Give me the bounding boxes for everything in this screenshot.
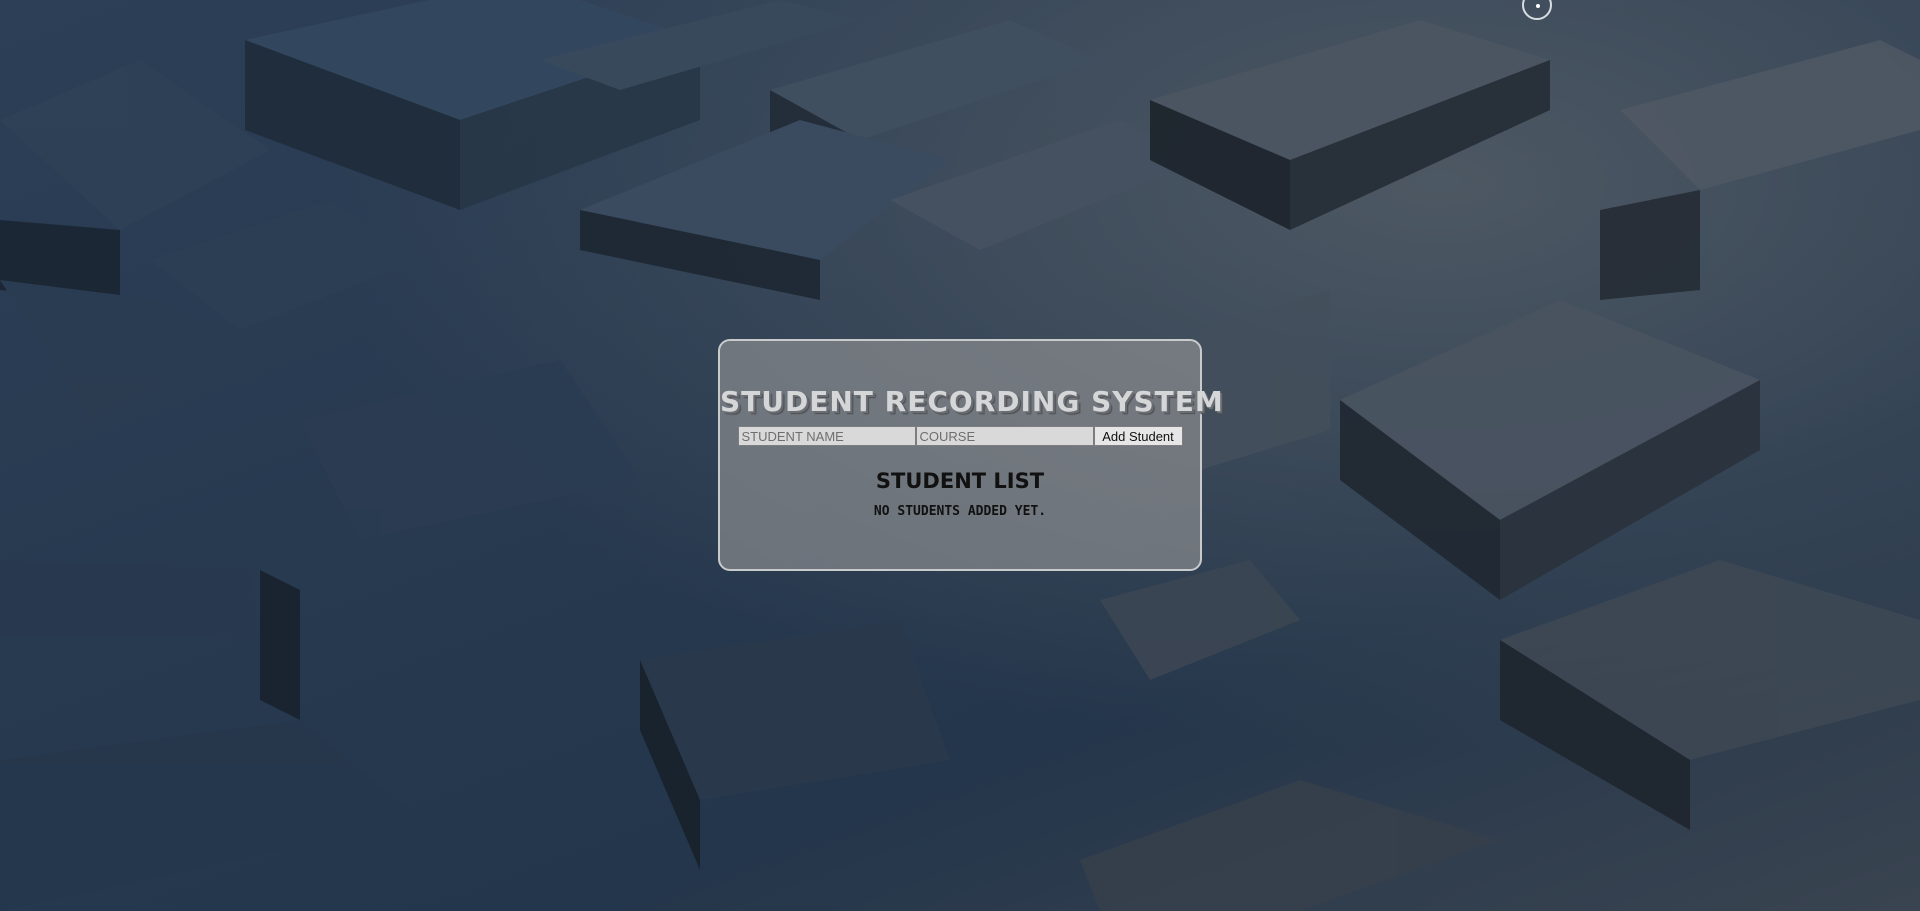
add-student-button[interactable]: Add Student	[1093, 426, 1183, 446]
empty-list-message: NO STUDENTS ADDED YET.	[873, 504, 1047, 519]
add-student-form: Add Student	[720, 426, 1200, 446]
course-input[interactable]	[915, 426, 1094, 446]
page-title: STUDENT RECORDING SYSTEM	[720, 385, 1224, 418]
cursor-dot	[1536, 4, 1540, 8]
student-name-input[interactable]	[737, 426, 916, 446]
student-recording-panel: STUDENT RECORDING SYSTEM Add Student STU…	[718, 339, 1224, 571]
student-list-heading: STUDENT LIST	[875, 469, 1045, 493]
